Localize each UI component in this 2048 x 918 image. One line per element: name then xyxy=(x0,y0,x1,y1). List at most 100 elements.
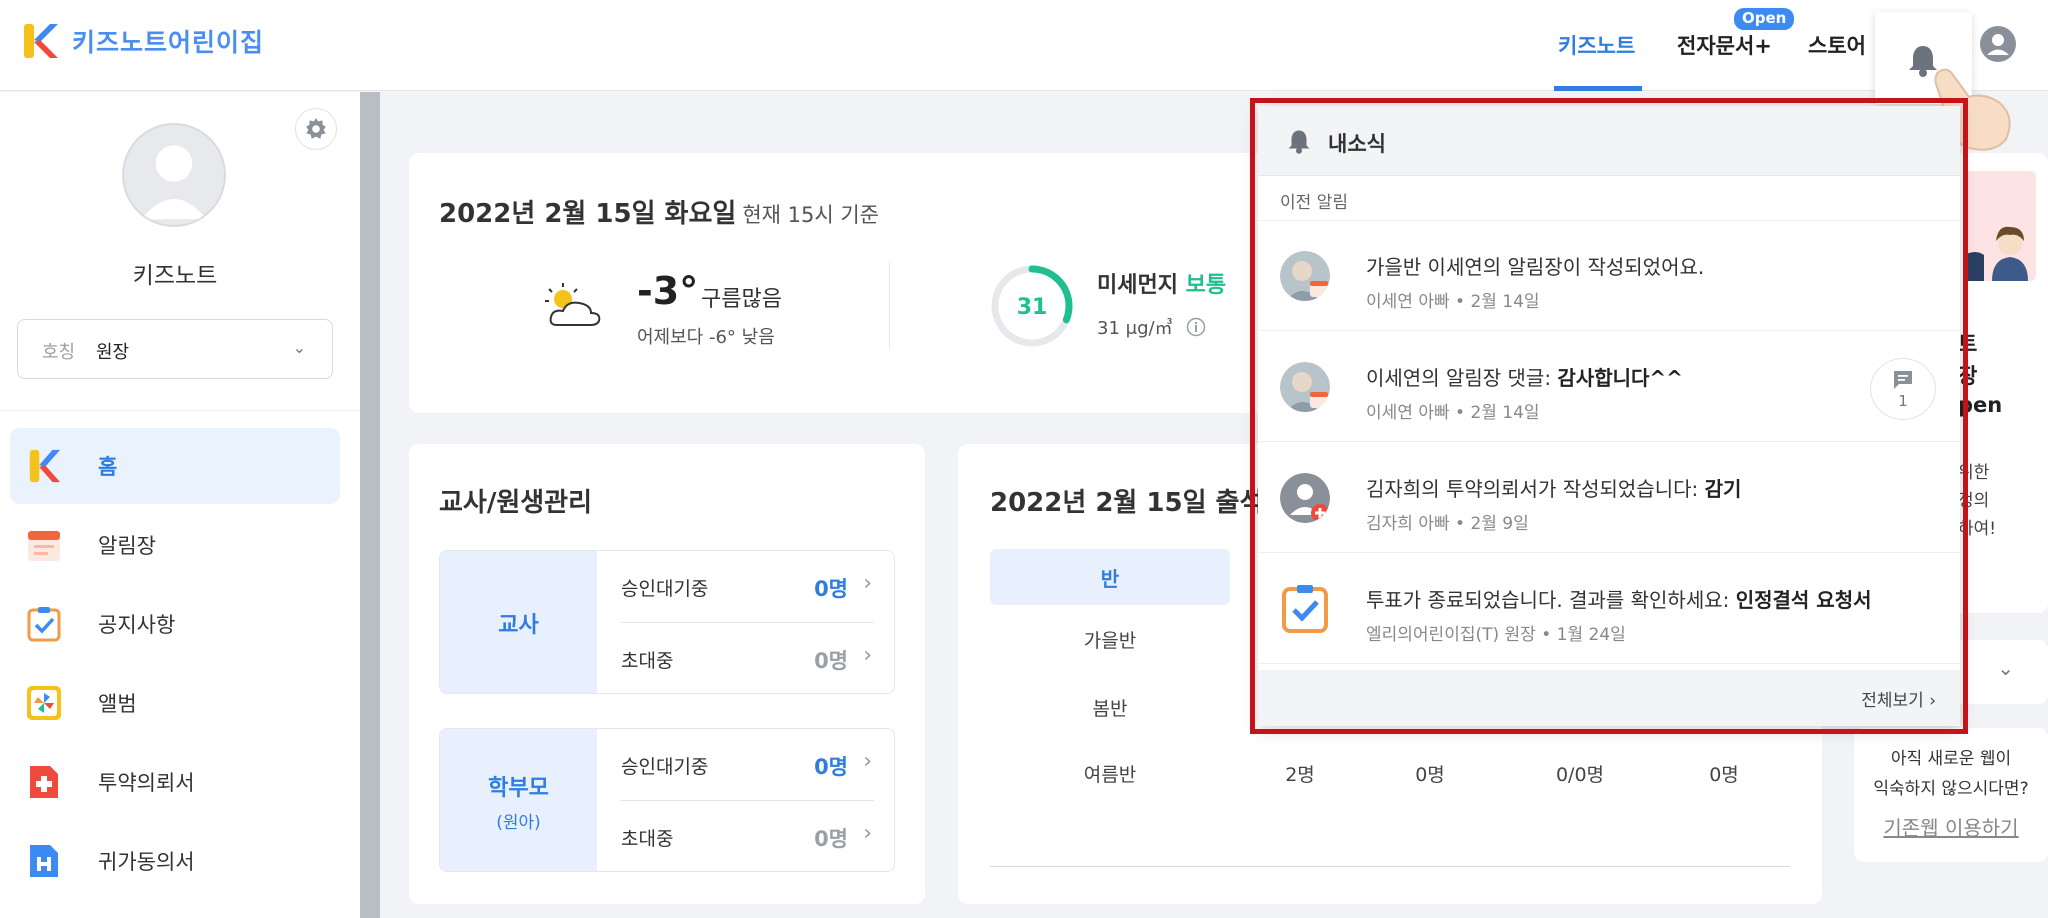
sidebar-item-home-consent[interactable]: 귀가동의서 xyxy=(10,823,340,899)
gear-icon xyxy=(306,118,326,139)
title-dropdown-label: 호칭 xyxy=(42,342,76,363)
highlight-frame xyxy=(1250,98,1968,734)
sidebar-item-label: 투약의뢰서 xyxy=(98,771,195,795)
sidebar-item-label: 알림장 xyxy=(98,534,156,558)
teacher-label: 교사 xyxy=(498,613,539,638)
home-k-icon xyxy=(29,449,61,483)
row-label: 초대중 xyxy=(621,650,674,672)
weather-date: 2022년 2월 15일 화요일 현재 15시 기준 xyxy=(439,193,879,230)
username: 키즈노트 xyxy=(132,263,218,289)
dust-label: 미세먼지 보통 xyxy=(1097,267,1226,299)
album-pinwheel-icon xyxy=(27,686,61,720)
settings-button[interactable] xyxy=(295,108,337,150)
mgmt-title: 교사/원생관리 xyxy=(439,488,593,518)
parent-label: 학부모 xyxy=(488,775,549,801)
parent-invited-row[interactable]: 초대중 0명 › xyxy=(597,801,894,871)
class-name: 가을반 xyxy=(1083,630,1137,652)
row-divider xyxy=(620,800,874,801)
legacy-web-card: 아직 새로운 웹이 익숙하지 않으시다면? 기존웹 이용하기 xyxy=(1854,728,2048,862)
chevron-down-icon: ⌄ xyxy=(1997,656,2014,680)
attendance-value: 2명 xyxy=(1285,764,1315,786)
chevron-down-icon: ⌄ xyxy=(292,338,306,357)
sidebar-item-medicine[interactable]: 투약의뢰서 xyxy=(10,744,340,820)
profile-button[interactable] xyxy=(1980,26,2016,62)
weather-date-text: 2022년 2월 15일 화요일 xyxy=(439,199,737,229)
sidebar-item-label: 앨범 xyxy=(98,692,137,716)
sidebar-divider xyxy=(0,410,360,411)
partly-cloudy-icon xyxy=(545,283,601,326)
notification-bell-button[interactable] xyxy=(1875,12,2011,151)
attendance-divider xyxy=(990,866,1790,867)
dust-value: 31 μg/㎥ xyxy=(1097,314,1206,340)
dust-gauge-value: 31 xyxy=(1017,295,1048,320)
help-text-2: 익숙하지 않으시다면? xyxy=(1873,779,2029,799)
sidebar-item-label: 귀가동의서 xyxy=(98,850,195,874)
home-consent-icon xyxy=(30,845,58,877)
attendance-value: 0/0명 xyxy=(1555,764,1605,786)
kindergarten-name: 키즈노트어린이집 xyxy=(72,28,265,57)
temperature: -3° xyxy=(637,269,699,313)
temperature-compare: 어제보다 -6° 낮음 xyxy=(637,327,775,348)
dust-label-text: 미세먼지 xyxy=(1097,273,1178,298)
title-dropdown[interactable]: 호칭 원장 ⌄ xyxy=(17,319,333,379)
dust-status: 보통 xyxy=(1185,273,1227,298)
attendance-value: 0명 xyxy=(1415,764,1445,786)
teacher-block: 교사 승인대기중 0명 › 초대중 0명 › xyxy=(439,550,895,694)
weather-time-basis: 현재 15시 기준 xyxy=(742,203,879,227)
parent-block: 학부모 (원아) 승인대기중 0명 › 초대중 0명 › xyxy=(439,728,895,872)
open-badge: Open xyxy=(1734,8,1795,30)
parent-sublabel: (원아) xyxy=(496,812,541,833)
chevron-right-icon: › xyxy=(863,643,872,668)
chevron-right-icon: › xyxy=(863,749,872,774)
sidebar-item-notice[interactable]: 공지사항 xyxy=(10,586,340,662)
sidebar-item-home[interactable]: 홈 xyxy=(10,428,340,504)
notebook-icon xyxy=(28,531,60,561)
parent-label-box: 학부모 (원아) xyxy=(440,729,597,871)
nav-active-underline xyxy=(1554,86,1642,91)
default-avatar-icon xyxy=(141,145,207,220)
attendance-title: 2022년 2월 15일 출석 xyxy=(990,488,1264,518)
row-label: 승인대기중 xyxy=(621,578,709,600)
info-icon[interactable] xyxy=(1186,317,1206,337)
class-name: 봄반 xyxy=(1092,698,1128,720)
chevron-right-icon: › xyxy=(863,571,872,596)
row-value: 0명 xyxy=(814,755,848,779)
medicine-icon xyxy=(30,766,58,798)
class-name: 여름반 xyxy=(1083,764,1137,786)
teacher-student-card: 교사/원생관리 교사 승인대기중 0명 › 초대중 0명 › 학부모 (원아) … xyxy=(409,444,925,904)
chevron-right-icon: › xyxy=(863,821,872,846)
promo-image xyxy=(1964,171,2036,281)
row-divider xyxy=(620,622,874,623)
profile-avatar xyxy=(122,123,226,227)
sidebar-item-album[interactable]: 앨범 xyxy=(10,665,340,741)
user-icon xyxy=(1987,34,2009,55)
weather-divider xyxy=(889,263,890,349)
app-logo[interactable]: 키즈노트어린이집 xyxy=(24,22,264,60)
attendance-class-header: 반 xyxy=(990,549,1230,605)
dust-unit-text: 31 μg/㎥ xyxy=(1097,318,1173,339)
teacher-pending-row[interactable]: 승인대기중 0명 › xyxy=(597,551,894,623)
legacy-web-link[interactable]: 기존웹 이용하기 xyxy=(1854,812,2048,841)
title-dropdown-value: 원장 xyxy=(96,342,130,363)
sidebar-scrollbar[interactable] xyxy=(360,92,380,918)
teacher-illustration-icon xyxy=(1964,226,2028,281)
nav-kidsnote[interactable]: 키즈노트 xyxy=(1558,30,1635,60)
nav-store[interactable]: 스토어 xyxy=(1808,30,1866,60)
kidsnote-logo-icon xyxy=(24,24,58,58)
row-label: 초대중 xyxy=(621,828,674,850)
weather-description: 구름많음 xyxy=(701,287,782,312)
row-label: 승인대기중 xyxy=(621,756,709,778)
attendance-value: 0명 xyxy=(1709,764,1739,786)
row-value: 0명 xyxy=(814,649,848,673)
teacher-invited-row[interactable]: 초대중 0명 › xyxy=(597,623,894,693)
top-header: 키즈노트어린이집 키즈노트 전자문서+ 스토어 Open xyxy=(0,0,2048,151)
row-value: 0명 xyxy=(814,577,848,601)
nav-edocs[interactable]: 전자문서+ xyxy=(1677,30,1772,60)
sidebar-item-label: 공지사항 xyxy=(98,613,176,637)
row-value: 0명 xyxy=(814,827,848,851)
help-text-1: 아직 새로운 웹이 xyxy=(1890,749,2012,769)
sidebar-item-label: 홈 xyxy=(98,455,118,479)
sidebar-item-notebook[interactable]: 알림장 xyxy=(10,507,340,583)
parent-pending-row[interactable]: 승인대기중 0명 › xyxy=(597,729,894,801)
notice-check-icon xyxy=(27,607,61,642)
